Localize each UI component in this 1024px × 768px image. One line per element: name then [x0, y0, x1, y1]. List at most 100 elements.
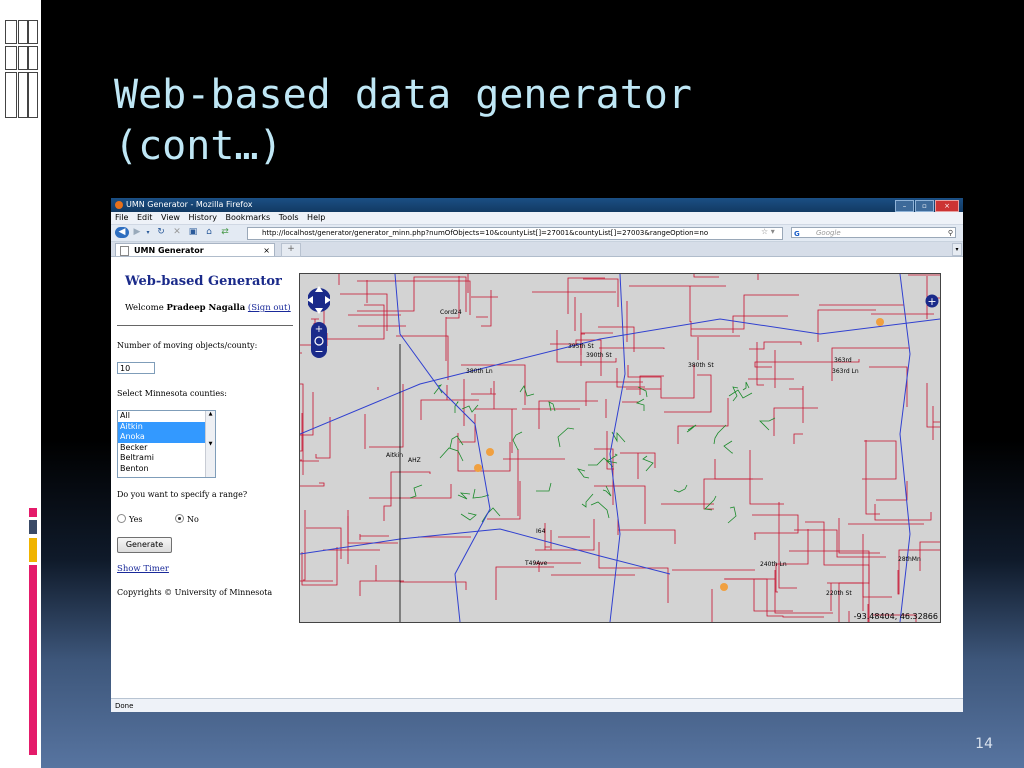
addon-icon[interactable]: ⇄ — [219, 227, 231, 238]
map-marker[interactable] — [474, 464, 482, 472]
home-icon[interactable]: ⌂ — [203, 227, 215, 238]
menu-tools[interactable]: Tools — [279, 213, 299, 222]
menu-edit[interactable]: Edit — [137, 213, 153, 222]
map-pan-zoom-control[interactable]: + − — [308, 280, 330, 360]
history-dropdown-icon[interactable]: ▾ — [145, 227, 151, 238]
road-label: Aitkin — [386, 452, 403, 459]
road-label: AHZ — [408, 457, 421, 464]
search-placeholder: Google — [816, 229, 841, 237]
road-label: 390th St — [586, 352, 612, 359]
menu-bookmarks[interactable]: Bookmarks — [226, 213, 271, 222]
presentation-slide: Web-based data generator (cont…) 14 UMN … — [0, 0, 1024, 768]
address-bar[interactable]: http://localhost/generator/generator_min… — [247, 227, 783, 240]
svg-text:−: − — [314, 345, 323, 358]
tab-list-icon[interactable]: ▾ — [952, 243, 962, 256]
range-no-label: No — [187, 515, 199, 524]
page-content: Web-based Generator Welcome Pradeep Naga… — [111, 265, 963, 698]
map-marker[interactable] — [876, 318, 884, 326]
list-scrollbar[interactable]: ▲ ▼ — [205, 411, 215, 477]
status-bar: Done — [111, 698, 963, 712]
menu-help[interactable]: Help — [307, 213, 325, 222]
range-yes-label: Yes — [129, 515, 143, 524]
range-yes-radio[interactable]: Yes — [117, 514, 142, 524]
map-coordinates: -93.48404, 46.32866 — [853, 612, 938, 621]
range-question: Do you want to specify a range? — [117, 490, 248, 499]
tab-bar: UMN Generator × + ▾ — [111, 242, 963, 257]
minimize-button[interactable]: – — [895, 200, 914, 212]
back-icon[interactable]: ◀ — [115, 227, 129, 238]
county-option[interactable]: Benton — [118, 464, 215, 475]
page-icon — [120, 246, 129, 256]
sign-out-link[interactable]: (Sign out) — [248, 303, 291, 313]
welcome-line: Welcome Pradeep Nagalla (Sign out) — [125, 303, 291, 313]
tab-umn-generator[interactable]: UMN Generator × — [115, 243, 275, 256]
reload-icon[interactable]: ↻ — [155, 227, 167, 238]
divider — [117, 325, 293, 326]
radio-yes-icon — [117, 514, 126, 523]
navigation-toolbar: ◀ ▶ ▾ ↻ ✕ ▣ ⌂ ⇄ http://localhost/generat… — [111, 225, 963, 242]
map-marker[interactable] — [720, 583, 728, 591]
accent-bar-pink — [29, 508, 37, 517]
svg-text:+: + — [315, 324, 323, 335]
show-timer-link[interactable]: Show Timer — [117, 564, 169, 574]
road-label: 363rd — [834, 357, 852, 364]
county-option[interactable]: Aitkin — [118, 421, 215, 433]
road-label: 395th St — [568, 343, 594, 350]
close-tab-icon[interactable]: × — [263, 244, 270, 257]
accent-bar-yellow — [29, 538, 37, 562]
copyright-text: Copyrights © University of Minnesota — [117, 588, 273, 597]
road-label: T49Ave — [524, 560, 548, 567]
road-label: I64 — [536, 528, 546, 535]
window-titlebar: UMN Generator - Mozilla Firefox – ▫ × — [111, 198, 963, 212]
road-label: 240th Ln — [760, 561, 787, 568]
slide-title: Web-based data generator (cont…) — [114, 72, 692, 169]
county-option[interactable]: Beltrami — [118, 453, 215, 464]
road-label: 380th St — [688, 362, 714, 369]
road-network: 395th St 390th St 380th Ln 380th St 363rd 363… — [300, 274, 940, 622]
count-label: Number of moving objects/county: — [117, 341, 258, 350]
stop-icon[interactable]: ✕ — [171, 227, 183, 238]
road-label: 380th Ln — [466, 368, 493, 375]
google-icon: G — [794, 230, 800, 238]
firefox-icon — [115, 200, 123, 209]
county-option[interactable]: Anoka — [118, 432, 215, 443]
forward-icon[interactable]: ▶ — [130, 227, 144, 238]
county-option[interactable]: All — [118, 411, 215, 422]
county-multiselect[interactable]: All Aitkin Anoka Becker Beltrami Benton … — [117, 410, 216, 478]
star-icon[interactable]: ☆ ▾ — [761, 227, 775, 236]
svg-text:+: + — [927, 295, 936, 308]
range-no-radio[interactable]: No — [175, 514, 199, 524]
close-window-button[interactable]: × — [935, 200, 959, 212]
radio-no-icon — [175, 514, 184, 523]
url-text: http://localhost/generator/generator_min… — [262, 229, 709, 237]
browser-window: UMN Generator - Mozilla Firefox – ▫ × Fi… — [111, 198, 963, 712]
road-map[interactable]: 395th St 390th St 380th Ln 380th St 363rd 363… — [299, 273, 941, 623]
accent-bar-navy — [29, 520, 37, 534]
welcome-prefix: Welcome — [125, 303, 164, 313]
magnifier-icon[interactable]: ⚲ — [948, 228, 953, 239]
tab-label: UMN Generator — [134, 246, 204, 255]
menu-view[interactable]: View — [161, 213, 180, 222]
road-label: 28thMn — [898, 556, 921, 563]
slide-left-strip — [0, 0, 41, 768]
user-name: Pradeep Nagalla — [166, 303, 246, 313]
generate-button[interactable]: Generate — [117, 537, 172, 553]
menu-history[interactable]: History — [189, 213, 217, 222]
slide-page-number: 14 — [975, 736, 993, 752]
road-label: Cord24 — [440, 309, 462, 316]
menu-file[interactable]: File — [115, 213, 128, 222]
bookmark-page-icon[interactable]: ▣ — [187, 227, 199, 238]
map-marker[interactable] — [486, 448, 494, 456]
window-title: UMN Generator - Mozilla Firefox — [126, 200, 253, 209]
menu-bar: File Edit View History Bookmarks Tools H… — [111, 212, 963, 225]
layer-switcher-icon[interactable]: + — [925, 294, 939, 308]
search-box[interactable]: G Google ⚲ — [791, 227, 956, 238]
maximize-button[interactable]: ▫ — [915, 200, 934, 212]
new-tab-button[interactable]: + — [281, 243, 301, 257]
counties-label: Select Minnesota counties: — [117, 389, 227, 398]
accent-bar-pink-long — [29, 565, 37, 755]
county-option[interactable]: Becker — [118, 443, 215, 454]
slide-logo-icon — [0, 0, 41, 130]
page-heading: Web-based Generator — [125, 274, 282, 289]
object-count-input[interactable]: 10 — [117, 362, 155, 374]
